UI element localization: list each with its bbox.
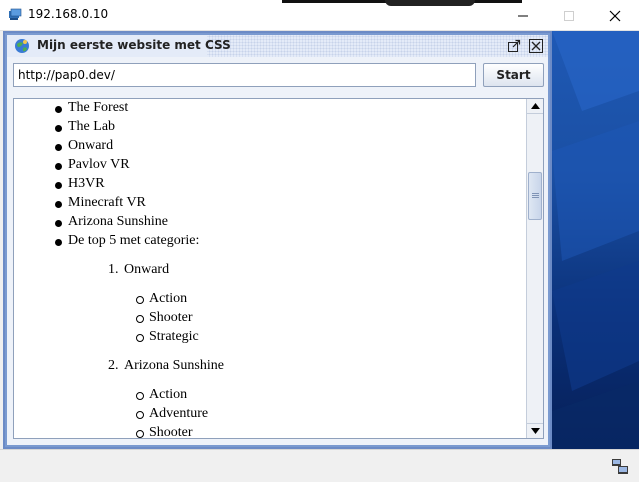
bullet-item-label: H3VR <box>68 176 105 191</box>
bullet-circle-icon <box>136 334 144 342</box>
bullet-disc-icon <box>55 144 62 151</box>
bullet-disc-icon <box>55 125 62 132</box>
category-item: Adventure <box>136 406 209 422</box>
bullet-item: Arizona Sunshine <box>55 214 168 230</box>
category-item-label: Strategic <box>149 329 199 344</box>
maximize-icon <box>564 10 574 21</box>
category-item-label: Action <box>149 387 188 402</box>
bullet-item: Onward <box>55 138 114 154</box>
category-item-label: Action <box>149 291 188 306</box>
desktop-wallpaper-pattern <box>552 31 639 449</box>
scroll-down-button[interactable] <box>527 423 543 438</box>
ordered-item-label: Onward <box>124 262 170 277</box>
bullet-disc-icon <box>55 106 62 113</box>
bullet-circle-icon <box>136 430 144 438</box>
category-item-label: Adventure <box>149 406 209 421</box>
desktop-background-shape <box>385 0 475 6</box>
minimize-button[interactable] <box>500 0 546 31</box>
scroll-up-button[interactable] <box>527 99 543 114</box>
internal-frame-body: Start The Forest The Lab Onward Pavlov VR H3… <box>7 57 548 445</box>
remote-desktop-icon <box>9 8 22 20</box>
close-icon <box>609 10 621 21</box>
category-item: Action <box>136 387 188 403</box>
bullet-disc-icon <box>55 163 62 170</box>
ordered-item: 1. Onward <box>108 262 170 278</box>
internal-frame: Mijn eerste website met CSS Start The Fo… <box>3 31 552 449</box>
bullet-disc-icon <box>55 201 62 208</box>
bullet-item-label: De top 5 met categorie: <box>68 233 200 248</box>
resize-grip-icon[interactable] <box>611 458 629 476</box>
bullet-item: The Lab <box>55 119 116 135</box>
category-item: Strategic <box>136 329 199 345</box>
arrow-down-icon <box>530 428 540 434</box>
bullet-item-label: Arizona Sunshine <box>68 214 168 229</box>
bullet-item: The Forest <box>55 100 129 116</box>
bullet-circle-icon <box>136 315 144 323</box>
bullet-item: H3VR <box>55 176 105 192</box>
list-number: 1. <box>108 262 119 277</box>
close-icon <box>529 39 543 53</box>
list-number: 2. <box>108 358 119 373</box>
bullet-item: Pavlov VR <box>55 157 130 173</box>
bullet-item-label: Pavlov VR <box>68 157 130 172</box>
bullet-disc-icon <box>55 239 62 246</box>
grip-line <box>532 197 539 198</box>
status-bar <box>0 449 639 482</box>
os-close-button[interactable] <box>592 0 638 31</box>
bullet-disc-icon <box>55 220 62 227</box>
category-item: Shooter <box>136 310 193 326</box>
bullet-item-label: Onward <box>68 138 114 153</box>
start-button[interactable]: Start <box>483 63 544 87</box>
grip-line <box>532 193 539 194</box>
vertical-scrollbar[interactable] <box>526 99 543 438</box>
category-item-label: Shooter <box>149 310 193 325</box>
bullet-item-label: The Lab <box>68 119 116 134</box>
internal-frame-close-button[interactable] <box>528 38 544 54</box>
bullet-circle-icon <box>136 392 144 400</box>
bullet-item-label: Minecraft VR <box>68 195 146 210</box>
bullet-item: Minecraft VR <box>55 195 146 211</box>
html-content-pane[interactable]: The Forest The Lab Onward Pavlov VR H3VR Mine… <box>13 98 544 439</box>
maximize-button[interactable] <box>546 0 592 31</box>
ordered-item: 2. Arizona Sunshine <box>108 358 224 374</box>
bullet-item-label: The Forest <box>68 100 129 115</box>
bullet-item: De top 5 met categorie: <box>55 233 200 249</box>
category-item-label: Shooter <box>149 425 193 439</box>
internal-frame-titlebar[interactable]: Mijn eerste website met CSS <box>7 35 548 57</box>
grip-line <box>532 195 539 196</box>
category-item: Action <box>136 291 188 307</box>
java-globe-icon <box>15 39 29 53</box>
os-window-title: 192.168.0.10 <box>28 7 109 21</box>
bullet-circle-icon <box>136 296 144 304</box>
minimize-icon <box>518 15 528 16</box>
internal-frame-title: Mijn eerste website met CSS <box>37 38 231 52</box>
bullet-disc-icon <box>55 182 62 189</box>
category-item: Shooter <box>136 425 193 439</box>
desktop-background <box>552 31 639 449</box>
popout-icon <box>508 39 521 52</box>
arrow-up-icon <box>530 103 540 109</box>
scrollbar-thumb[interactable] <box>528 172 542 220</box>
bullet-circle-icon <box>136 411 144 419</box>
popout-button[interactable] <box>506 38 522 54</box>
ordered-item-label: Arizona Sunshine <box>124 358 224 373</box>
url-input[interactable] <box>13 63 476 87</box>
os-titlebar: 192.168.0.10 <box>0 0 639 31</box>
